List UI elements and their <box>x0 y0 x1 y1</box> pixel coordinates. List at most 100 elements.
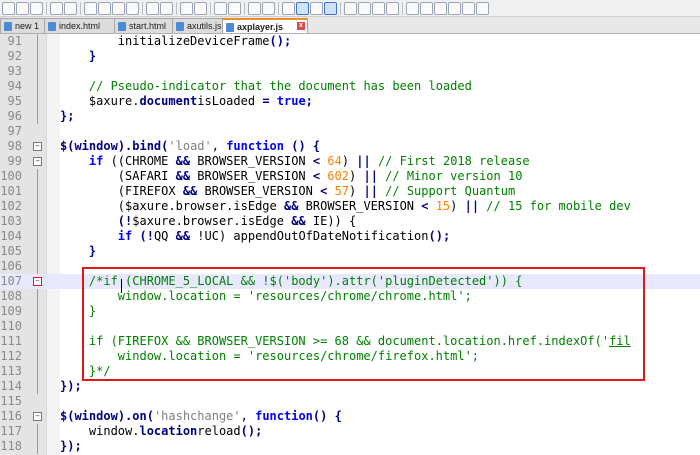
line-text: }); <box>60 439 82 453</box>
fold-line <box>37 214 38 229</box>
close-icon[interactable] <box>64 1 77 15</box>
line-number: 108 <box>0 289 22 303</box>
tab-bar: new 1 index.html start.html axutils.js a… <box>0 17 700 34</box>
play-icon[interactable] <box>448 1 461 15</box>
fold-line <box>37 169 38 184</box>
toolbar-separator <box>244 1 245 15</box>
close-tab-icon[interactable]: x <box>297 22 305 30</box>
fold-line <box>37 109 38 124</box>
line-number: 99 <box>7 154 22 168</box>
fold-line <box>37 334 38 349</box>
record-icon[interactable] <box>420 1 433 15</box>
line-number: 94 <box>7 79 22 93</box>
cut-icon[interactable] <box>112 1 125 15</box>
line-text: (SAFARI && BROWSER_VERSION < 602) || // … <box>117 169 523 183</box>
indent-guide-icon[interactable] <box>324 1 337 15</box>
fold-collapse-icon[interactable]: − <box>33 277 42 286</box>
fold-collapse-icon[interactable]: − <box>33 412 42 421</box>
replace-icon[interactable] <box>214 1 227 15</box>
tab-axplayer-js[interactable]: axplayer.js x <box>222 18 308 33</box>
toolbar-separator <box>402 1 403 15</box>
code-line: 94 // Pseudo-indicator that the document… <box>0 79 700 94</box>
fold-line <box>37 49 38 64</box>
sync-h-icon[interactable] <box>282 1 295 15</box>
tab-start-html[interactable]: start.html <box>114 18 174 33</box>
monitor-icon[interactable] <box>406 1 419 15</box>
undo-icon[interactable] <box>160 1 173 15</box>
line-number: 107 <box>0 274 22 288</box>
code-line: 91 initializeDeviceFrame(); <box>0 34 700 49</box>
sync-v-icon[interactable] <box>262 1 275 15</box>
toolbar-separator <box>176 1 177 15</box>
fold-line <box>37 439 38 454</box>
line-text: } <box>88 244 97 258</box>
code-line: 101 (FIREFOX && BROWSER_VERSION < 57) ||… <box>0 184 700 199</box>
paste-icon[interactable] <box>146 1 159 15</box>
wrap-icon[interactable] <box>296 1 309 15</box>
new-file-icon[interactable] <box>2 1 15 15</box>
stop-icon[interactable] <box>434 1 447 15</box>
fold-line <box>37 34 38 49</box>
line-text: $(window).on('hashchange', function() { <box>60 409 342 423</box>
line-text: if ((CHROME && BROWSER_VERSION < 64) || … <box>88 154 530 168</box>
line-text: }); <box>60 379 82 393</box>
fold-line <box>37 379 38 394</box>
line-number: 98 <box>7 139 22 153</box>
copy-icon[interactable] <box>126 1 139 15</box>
line-number: 95 <box>7 94 22 108</box>
code-line: 93 <box>0 64 700 79</box>
line-number: 111 <box>0 334 22 348</box>
code-line: 98 − $(window).bind('load', function () { <box>0 139 700 154</box>
line-number: 117 <box>0 424 22 438</box>
open-icon[interactable] <box>16 1 29 15</box>
fold-collapse-icon[interactable]: − <box>33 142 42 151</box>
line-number: 104 <box>0 229 22 243</box>
play-multiple-icon[interactable] <box>462 1 475 15</box>
fold-collapse-icon[interactable]: − <box>33 157 42 166</box>
code-editor[interactable]: 91 initializeDeviceFrame(); 92 } 93 94 /… <box>0 34 700 455</box>
function-list-icon[interactable] <box>372 1 385 15</box>
fold-line <box>37 259 38 274</box>
udl-icon[interactable] <box>344 1 357 15</box>
save-all-icon[interactable] <box>50 1 63 15</box>
zoom-out-icon[interactable] <box>248 1 261 15</box>
folder-workspace-icon[interactable] <box>386 1 399 15</box>
toolbar-separator <box>46 1 47 15</box>
line-number: 92 <box>7 49 22 63</box>
code-line: 115 <box>0 394 700 409</box>
line-text: } <box>88 49 97 63</box>
doc-map-icon[interactable] <box>358 1 371 15</box>
code-line: 92 } <box>0 49 700 64</box>
code-line: 97 <box>0 124 700 139</box>
tab-index-html[interactable]: index.html <box>44 18 116 33</box>
tab-label: index.html <box>59 21 101 31</box>
line-number: 96 <box>7 109 22 123</box>
redo-icon[interactable] <box>180 1 193 15</box>
file-icon <box>4 22 12 31</box>
line-text: }; <box>60 109 75 123</box>
save-icon[interactable] <box>30 1 43 15</box>
line-number: 112 <box>0 349 22 363</box>
line-number: 93 <box>7 64 22 78</box>
code-line: 116 − $(window).on('hashchange', function… <box>0 409 700 424</box>
tab-axutils-js[interactable]: axutils.js <box>172 18 224 33</box>
zoom-in-icon[interactable] <box>228 1 241 15</box>
tab-new-1[interactable]: new 1 <box>0 18 46 33</box>
fold-line <box>37 64 38 79</box>
code-line: 103 (!$axure.browser.isEdge && IE)) { <box>0 214 700 229</box>
line-number: 91 <box>7 34 22 48</box>
all-chars-icon[interactable] <box>310 1 323 15</box>
line-number: 97 <box>7 124 22 138</box>
line-number: 109 <box>0 304 22 318</box>
fold-line <box>37 349 38 364</box>
find-icon[interactable] <box>194 1 207 15</box>
line-number: 110 <box>0 319 22 333</box>
print-icon[interactable] <box>98 1 111 15</box>
toolbar-separator <box>210 1 211 15</box>
fold-line <box>37 289 38 304</box>
fold-line <box>37 94 38 109</box>
close-all-icon[interactable] <box>84 1 97 15</box>
fold-line <box>37 364 38 379</box>
save-macro-icon[interactable] <box>476 1 489 15</box>
line-text: $(window).bind('load', function () { <box>60 139 321 153</box>
